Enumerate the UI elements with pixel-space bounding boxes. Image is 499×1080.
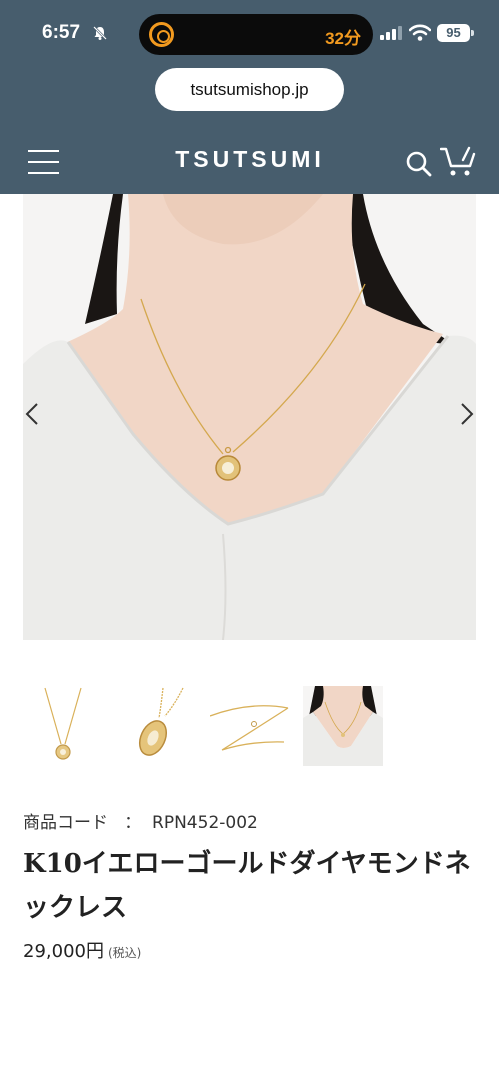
- thumbnail-pendant-front[interactable]: [23, 686, 103, 766]
- bell-muted-icon: [93, 26, 107, 40]
- battery-nub: [471, 30, 474, 36]
- tax-note: (税込): [107, 946, 142, 960]
- wifi-icon: [409, 24, 431, 41]
- product-price: 29,000円: [23, 941, 104, 962]
- thumbnail-model-wearing[interactable]: [303, 686, 383, 766]
- product-main-image[interactable]: [23, 194, 476, 640]
- product-code-label: 商品コード: [23, 813, 108, 833]
- search-icon[interactable]: [405, 150, 433, 178]
- island-timer-text: 32分: [325, 29, 361, 48]
- timer-icon: [149, 22, 174, 47]
- thumbnail-pendant-side[interactable]: [117, 686, 197, 766]
- status-bar: 6:57 32分 95: [0, 0, 499, 62]
- chevron-left-icon[interactable]: [22, 400, 42, 428]
- battery-icon: 95: [437, 24, 470, 42]
- menu-icon[interactable]: [28, 150, 59, 174]
- site-logo[interactable]: TSUTSUMI: [150, 146, 350, 173]
- model-necklace-photo: [23, 194, 476, 640]
- product-name: K10イエローゴールドダイヤモンドネックレス: [23, 849, 471, 923]
- cellular-signal-icon: [380, 26, 402, 40]
- thumbnail-chain[interactable]: [210, 686, 290, 766]
- address-bar[interactable]: tsutsumishop.jp: [155, 68, 344, 111]
- product-price-row: 29,000円 (税込): [23, 937, 141, 963]
- status-time: 6:57: [42, 22, 81, 43]
- cart-icon[interactable]: [440, 146, 476, 178]
- product-code-row: 商品コード ： RPN452-002: [23, 808, 258, 833]
- product-code-separator: ：: [124, 813, 142, 833]
- product-code-value: RPN452-002: [152, 813, 258, 833]
- dynamic-island[interactable]: 32分: [139, 14, 373, 55]
- chevron-right-icon[interactable]: [457, 400, 477, 428]
